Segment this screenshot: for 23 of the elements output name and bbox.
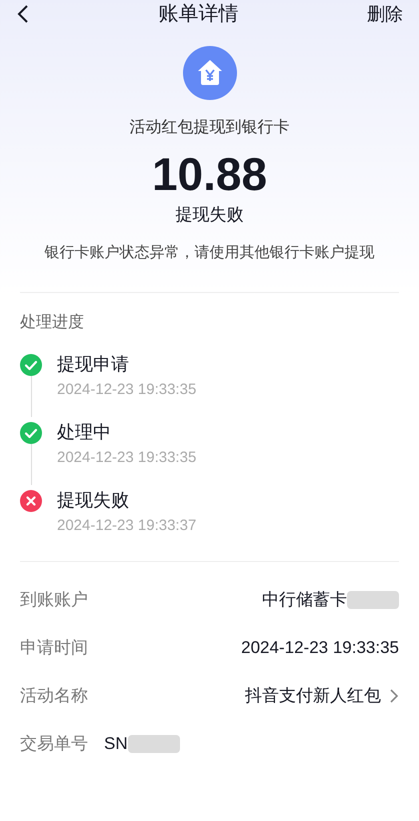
- delete-button[interactable]: 删除: [367, 0, 403, 28]
- status-text: 提现失败: [176, 204, 244, 226]
- step-time: 2024-12-23 19:33:35: [57, 448, 196, 468]
- detail-label: 申请时间: [20, 637, 88, 660]
- detail-label: 交易单号: [20, 733, 88, 756]
- house-yuan-icon: [182, 46, 236, 100]
- step-label: 提现失败: [57, 489, 130, 512]
- detail-value: 2024-12-23 19:33:35: [241, 637, 399, 660]
- detail-value[interactable]: 抖音支付新人红包: [245, 683, 381, 709]
- detail-label: 到账账户: [20, 589, 88, 612]
- detail-label: 活动名称: [20, 685, 88, 708]
- section-title: 处理进度: [20, 312, 85, 333]
- detail-value: 中行储蓄卡: [262, 589, 347, 612]
- back-icon[interactable]: [16, 4, 30, 24]
- step-time: 2024-12-23 19:33:37: [57, 516, 196, 536]
- page-title: 账单详情: [158, 2, 238, 27]
- transaction-subtitle: 活动红包提现到银行卡: [130, 118, 290, 138]
- amount: 10.88: [152, 147, 268, 202]
- detail-value: SN: [104, 733, 128, 756]
- step-label: 处理中: [57, 421, 112, 444]
- step-label: 提现申请: [57, 353, 130, 376]
- step-time: 2024-12-23 19:33:35: [57, 380, 196, 400]
- status-message: 银行卡账户状态异常，请使用其他银行卡账户提现: [44, 242, 374, 262]
